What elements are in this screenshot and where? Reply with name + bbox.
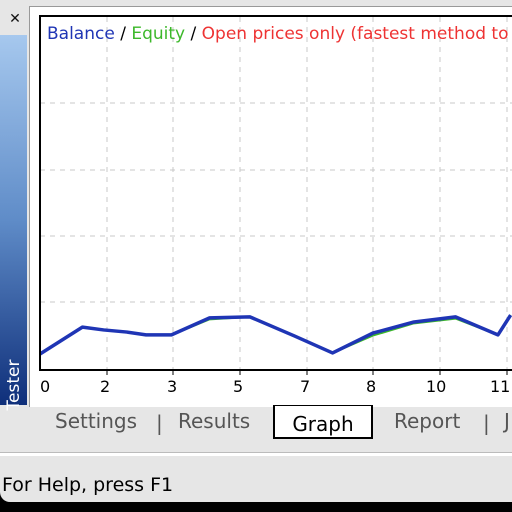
x-tick-label: 7 [300,377,311,396]
divider [0,452,512,456]
tab-settings[interactable]: Settings [55,409,137,433]
x-tick-label: 11 [490,377,511,396]
tester-tabs: Settings | Results Graph Report | J [30,405,512,445]
x-tick-label: 8 [366,377,377,396]
tab-journal[interactable]: J [504,409,510,433]
x-tick-label: 2 [100,377,111,396]
x-tick-label: 0 [40,377,51,396]
x-tick-label: 3 [167,377,178,396]
status-bar-text: For Help, press F1 [2,474,174,496]
legend-separator: / [190,24,197,44]
tab-graph[interactable]: Graph [273,405,373,439]
legend-model: Open prices only (fastest method to [201,24,509,44]
tab-separator: | [483,411,490,435]
chart-legend: Balance / Equity / Open prices only (fas… [47,24,508,44]
x-tick-label: 10 [426,377,447,396]
tab-results[interactable]: Results [178,409,250,433]
legend-separator: / [120,24,126,44]
tester-window: ✕ Tester Balance / Equity / Open prices … [0,0,512,502]
plot-frame [39,15,512,371]
legend-balance: Balance [47,24,115,44]
tab-separator: | [156,411,163,435]
tab-report[interactable]: Report [394,409,460,433]
legend-equity: Equity [131,24,186,44]
x-tick-label: 5 [233,377,244,396]
